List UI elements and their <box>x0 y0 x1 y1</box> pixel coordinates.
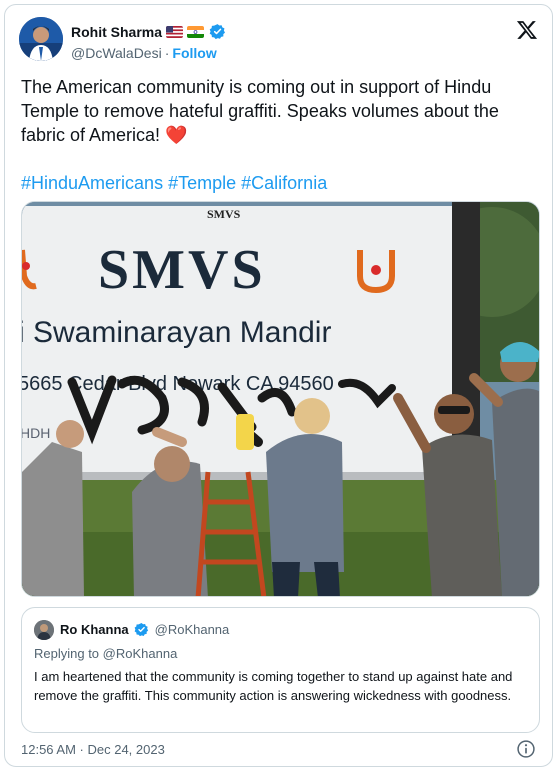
author-handle-row: @DcWalaDesi · Follow <box>71 45 217 61</box>
tweet-text: The American community is coming out in … <box>21 77 499 145</box>
follow-button[interactable]: Follow <box>172 45 216 61</box>
quoted-tweet-text: I am heartened that the community is com… <box>34 669 513 703</box>
verified-badge-icon <box>134 622 149 637</box>
info-icon[interactable] <box>516 739 536 759</box>
author-handle[interactable]: @DcWalaDesi <box>71 45 162 61</box>
tweet-timestamp[interactable]: 12:56 AM · Dec 24, 2023 <box>21 742 165 757</box>
separator-dot: · <box>164 45 170 61</box>
author-avatar[interactable] <box>19 17 63 61</box>
india-flag-icon <box>187 25 205 38</box>
sign-main-text: SMVS <box>98 239 266 301</box>
author-name-row: Rohit Sharma <box>71 23 226 40</box>
quoted-author-name[interactable]: Ro Khanna <box>60 622 129 637</box>
quoted-tweet[interactable]: Ro Khanna @RoKhanna Replying to @RoKhann… <box>21 607 540 733</box>
quoted-author-handle: @RoKhanna <box>154 622 230 637</box>
x-logo-icon[interactable] <box>516 19 538 41</box>
hashtag-link[interactable]: #Temple <box>168 173 236 193</box>
replying-to: Replying to @RoKhanna <box>34 646 177 661</box>
tweet-photo[interactable]: SMVS SMVS i Swaminarayan Mandir 5665 Ced… <box>21 201 540 597</box>
reply-to-handle[interactable]: @RoKhanna <box>103 646 178 661</box>
author-display-name[interactable]: Rohit Sharma <box>71 24 162 40</box>
reply-prefix: Replying to <box>34 646 100 661</box>
sign-subtitle-text: i Swaminarayan Mandir <box>22 316 331 349</box>
us-flag-icon <box>166 25 184 38</box>
heart-emoji: ❤️ <box>165 125 188 145</box>
hashtag-link[interactable]: #HinduAmericans <box>21 173 163 193</box>
tweet-card: Rohit Sharma @DcWalaDesi · Follow The Am… <box>4 4 553 767</box>
tweet-body: The American community is coming out in … <box>21 75 541 147</box>
sign-small-text: HDH <box>22 425 50 441</box>
quoted-author-avatar[interactable] <box>34 620 54 640</box>
sign-top-text: SMVS <box>207 207 241 221</box>
hashtag-list: #HinduAmericans #Temple #California <box>21 171 327 195</box>
hashtag-link[interactable]: #California <box>241 173 327 193</box>
verified-badge-icon <box>209 23 226 40</box>
quoted-author-row: Ro Khanna @RoKhanna <box>60 622 229 637</box>
